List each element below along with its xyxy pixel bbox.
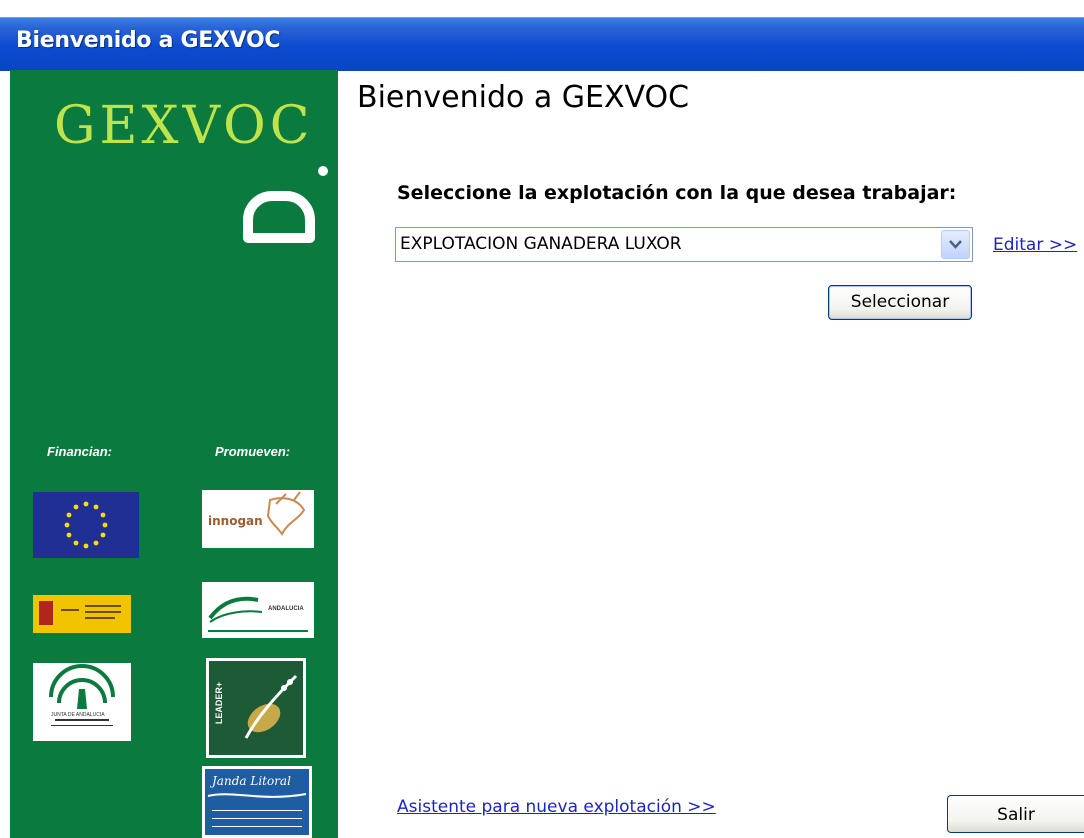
new-explotacion-wizard-link[interactable]: Asistente para nueva explotación >> xyxy=(397,797,716,817)
junta-andalucia-logo: JUNTA DE ANDALUCIA xyxy=(33,663,131,741)
explotacion-select-value: EXPLOTACION GANADERA LUXOR xyxy=(400,234,682,254)
ministerio-logo xyxy=(33,595,131,633)
janda-litoral-logo: Janda Litoral xyxy=(202,766,312,838)
andalucia-logo: ANDALUCIA xyxy=(202,582,314,638)
window-title: Bienvenido a GEXVOC xyxy=(16,28,281,53)
financian-label: Financian: xyxy=(47,444,113,459)
logo-dot-icon xyxy=(318,166,328,176)
junta-logo-text: JUNTA DE ANDALUCIA xyxy=(51,712,105,718)
leader-logo-text: LEADER+ xyxy=(214,681,225,725)
select-button[interactable]: Seleccionar xyxy=(828,285,972,320)
page-title: Bienvenido a GEXVOC xyxy=(357,80,690,115)
explotacion-select[interactable]: EXPLOTACION GANADERA LUXOR xyxy=(395,227,973,262)
innogan-logo: innogan xyxy=(202,490,314,548)
exit-button[interactable]: Salir xyxy=(947,795,1084,833)
sidebar-panel: GEXVOC Financian: Promueven: innogan AND… xyxy=(10,70,338,838)
chevron-down-icon xyxy=(949,240,962,249)
select-explotacion-prompt: Seleccione la explotación con la que des… xyxy=(397,182,957,204)
dropdown-button[interactable] xyxy=(941,230,970,259)
gexvoc-logo-text: GEXVOC xyxy=(54,96,314,156)
eu-flag-logo xyxy=(33,492,139,558)
leader-plus-logo: LEADER+ xyxy=(206,658,306,758)
edit-explotacion-link[interactable]: Editar >> xyxy=(993,235,1077,255)
logo-mark-icon xyxy=(243,191,315,243)
andalucia-logo-text: ANDALUCIA xyxy=(268,606,304,612)
promueven-label: Promueven: xyxy=(215,444,291,459)
coat-of-arms-icon xyxy=(39,601,53,625)
